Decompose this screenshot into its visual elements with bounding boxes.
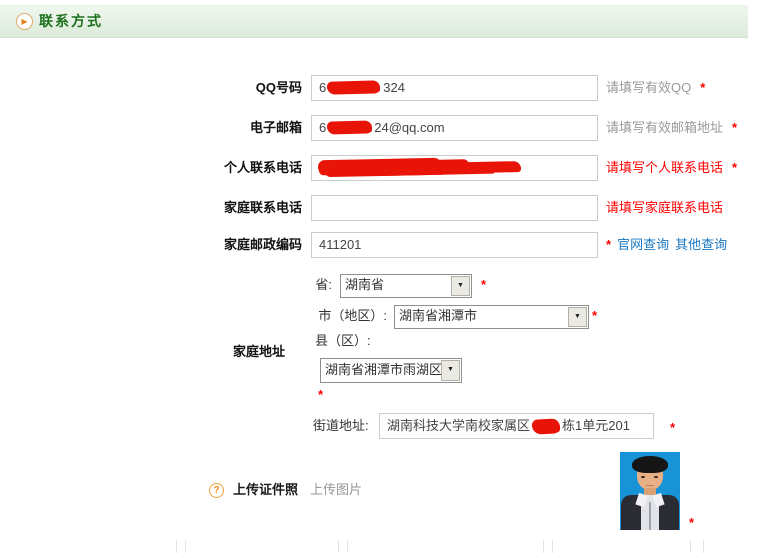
photo-eye xyxy=(654,476,658,478)
email-hint: 请填写有效邮箱地址 * xyxy=(606,115,737,141)
province-label: 省: xyxy=(230,274,332,296)
street-value-suffix: 栋1单元201 xyxy=(562,418,630,433)
other-lookup-link[interactable]: 其他查询 xyxy=(675,237,727,252)
postal-code-side: * 官网查询其他查询 xyxy=(606,232,727,258)
email-value-prefix: 6 xyxy=(319,120,326,135)
qq-input[interactable]: 6 324 xyxy=(311,75,598,101)
postal-code-input[interactable]: 411201 xyxy=(311,232,598,258)
qq-hint: 请填写有效QQ * xyxy=(606,75,705,101)
email-input[interactable]: 6 24@qq.com xyxy=(311,115,598,141)
email-label: 电子邮箱 xyxy=(0,115,302,141)
postal-code-required-mark: * xyxy=(606,237,611,252)
qq-hint-text: 请填写有效QQ xyxy=(606,80,691,95)
personal-phone-hint: 请填写个人联系电话 * xyxy=(606,155,737,181)
county-select[interactable]: 湖南省湘潭市雨湖区 ▼ xyxy=(320,358,462,383)
email-row: 电子邮箱 6 24@qq.com 请填写有效邮箱地址 * xyxy=(0,115,760,141)
redaction-scribble xyxy=(327,120,372,134)
county-label: 县（区）: xyxy=(315,333,371,349)
postal-code-value: 411201 xyxy=(319,237,361,252)
section-title: 联系方式 xyxy=(39,13,103,30)
qq-label: QQ号码 xyxy=(0,75,302,101)
city-required-mark: * xyxy=(592,305,597,327)
chevron-down-icon[interactable]: ▼ xyxy=(568,307,587,327)
personal-phone-input[interactable] xyxy=(311,155,598,181)
personal-phone-required-mark: * xyxy=(732,160,737,175)
qq-row: QQ号码 6 324 请填写有效QQ * xyxy=(0,75,760,101)
home-address-label: 家庭地址 xyxy=(180,344,285,360)
email-value-suffix: 24@qq.com xyxy=(374,120,444,135)
home-phone-label: 家庭联系电话 xyxy=(0,195,302,221)
upload-photo-label: 上传证件照 xyxy=(233,483,298,497)
province-required-mark: * xyxy=(481,274,486,296)
home-phone-input[interactable] xyxy=(311,195,598,221)
photo-hair xyxy=(632,456,668,473)
redaction-scribble xyxy=(327,80,380,94)
section-header: ▶ 联系方式 xyxy=(0,5,748,38)
qq-value-suffix: 324 xyxy=(383,80,405,95)
personal-phone-hint-text: 请填写个人联系电话 xyxy=(606,160,723,175)
upload-image-link[interactable]: 上传图片 xyxy=(310,483,362,497)
postal-code-label: 家庭邮政编码 xyxy=(0,232,302,258)
contact-info-page: ▶ 联系方式 QQ号码 6 324 请填写有效QQ * 电子邮箱 6 24@qq.co… xyxy=(0,0,760,558)
email-required-mark: * xyxy=(732,120,737,135)
email-hint-text: 请填写有效邮箱地址 xyxy=(606,120,723,135)
photo-eye xyxy=(641,476,645,478)
section-arrow-icon: ▶ xyxy=(16,13,33,30)
street-label: 街道地址: xyxy=(313,413,369,439)
next-section-box-edge xyxy=(176,540,186,553)
personal-phone-row: 个人联系电话 请填写个人联系电话 * xyxy=(0,155,760,181)
home-phone-hint-text: 请填写家庭联系电话 xyxy=(606,200,723,215)
next-section-box-edge xyxy=(338,540,348,553)
help-icon[interactable]: ? xyxy=(209,483,224,498)
street-value-prefix: 湖南科技大学南校家属区 xyxy=(387,418,530,433)
id-photo[interactable] xyxy=(620,452,680,530)
county-value: 湖南省湘潭市雨湖区 xyxy=(321,359,461,380)
street-input[interactable]: 湖南科技大学南校家属区 栋1单元201 xyxy=(379,413,654,439)
street-required-mark: * xyxy=(670,415,675,441)
home-phone-row: 家庭联系电话 请填写家庭联系电话 xyxy=(0,195,760,221)
qq-value-prefix: 6 xyxy=(319,80,326,95)
photo-required-mark: * xyxy=(689,516,694,530)
province-select[interactable]: 湖南省 ▼ xyxy=(340,274,472,298)
home-phone-hint: 请填写家庭联系电话 xyxy=(606,195,723,221)
chevron-down-icon[interactable]: ▼ xyxy=(451,276,470,296)
city-label: 市（地区）: xyxy=(230,305,387,327)
photo-shirt-gap xyxy=(649,502,651,530)
postal-code-row: 家庭邮政编码 411201 * 官网查询其他查询 xyxy=(0,232,760,258)
next-section-box-edge xyxy=(690,540,704,553)
county-required-mark: * xyxy=(318,384,323,406)
personal-phone-label: 个人联系电话 xyxy=(0,155,302,181)
city-value: 湖南省湘潭市 xyxy=(395,306,588,326)
chevron-down-icon[interactable]: ▼ xyxy=(441,360,460,381)
redaction-scribble xyxy=(532,418,561,434)
official-lookup-link[interactable]: 官网查询 xyxy=(617,237,669,252)
redaction-scribble xyxy=(318,158,443,176)
next-section-box-edge xyxy=(543,540,553,553)
city-select[interactable]: 湖南省湘潭市 ▼ xyxy=(394,305,589,329)
qq-required-mark: * xyxy=(700,80,705,95)
photo-mouth xyxy=(646,485,654,486)
